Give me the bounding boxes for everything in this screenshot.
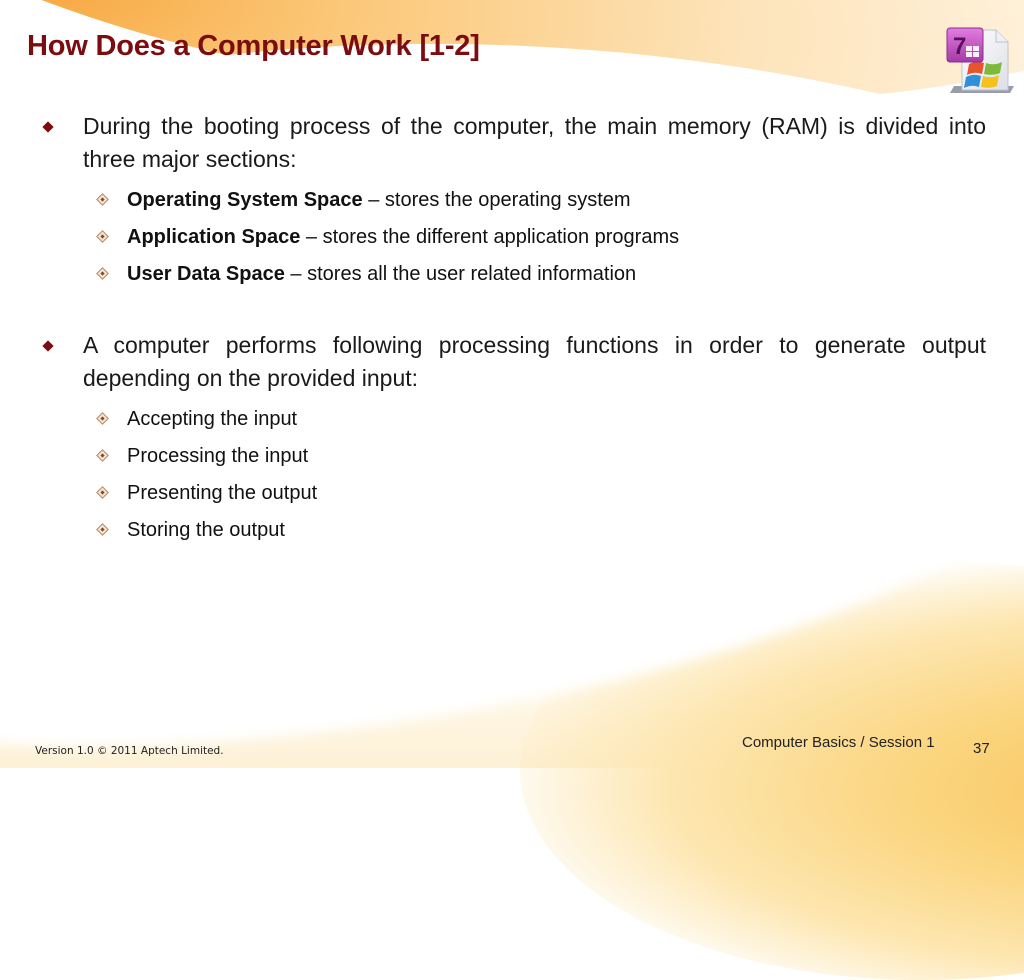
slide-title: How Does a Computer Work [1-2]: [27, 30, 480, 62]
page-number: 37: [973, 740, 990, 757]
sub-bullet-text: Accepting the input: [127, 408, 298, 430]
svg-text:7: 7: [953, 33, 966, 60]
sub-bullet-item: Presenting the output: [44, 475, 986, 512]
sub-bullet-text: Processing the input: [127, 445, 309, 467]
sub-bullet-text: – stores the operating system: [362, 189, 631, 211]
sub-bullet-item: Accepting the input: [44, 401, 986, 438]
sub-bullet-text: – stores the different application progr…: [300, 226, 680, 248]
background-bottom-swoosh: [520, 560, 1024, 980]
sub-bullet-text: Presenting the output: [127, 482, 318, 504]
sub-bullet-text: – stores all the user related informatio…: [284, 263, 637, 285]
sub-bullet-list: Operating System Space – stores the oper…: [44, 182, 986, 293]
sub-bullet-item: Operating System Space – stores the oper…: [44, 182, 986, 219]
bullet-item: A computer performs following processing…: [42, 329, 986, 395]
sub-bullet-item: Storing the output: [44, 512, 986, 549]
windows-7-document-icon: 7: [942, 24, 1018, 100]
sub-bullet-text: Storing the output: [127, 519, 285, 541]
bullet-text: During the booting process of the comput…: [83, 113, 986, 172]
sub-diamond-bullet-icon: [96, 486, 109, 499]
bullet-item: During the booting process of the comput…: [42, 110, 986, 176]
sub-bullet-item: Application Space – stores the different…: [44, 219, 986, 256]
diamond-bullet-icon: [42, 121, 54, 133]
bullet-text: A computer performs following processing…: [83, 332, 986, 391]
course-session-label: Computer Basics / Session 1: [742, 734, 935, 751]
sub-diamond-bullet-icon: [96, 523, 109, 536]
diamond-bullet-icon: [42, 340, 54, 352]
sub-bullet-item: User Data Space – stores all the user re…: [44, 256, 986, 293]
sub-diamond-bullet-icon: [96, 267, 109, 280]
copyright-footer: Version 1.0 © 2011 Aptech Limited.: [35, 745, 224, 757]
sub-diamond-bullet-icon: [96, 230, 109, 243]
sub-diamond-bullet-icon: [96, 412, 109, 425]
sub-diamond-bullet-icon: [96, 449, 109, 462]
sub-bullet-term: Operating System Space: [127, 189, 363, 211]
sub-bullet-term: User Data Space: [127, 263, 285, 285]
sub-bullet-term: Application Space: [127, 226, 301, 248]
sub-bullet-list: Accepting the input Processing the input…: [44, 401, 986, 549]
slide-content: During the booting process of the comput…: [42, 110, 986, 549]
sub-bullet-item: Processing the input: [44, 438, 986, 475]
sub-diamond-bullet-icon: [96, 193, 109, 206]
